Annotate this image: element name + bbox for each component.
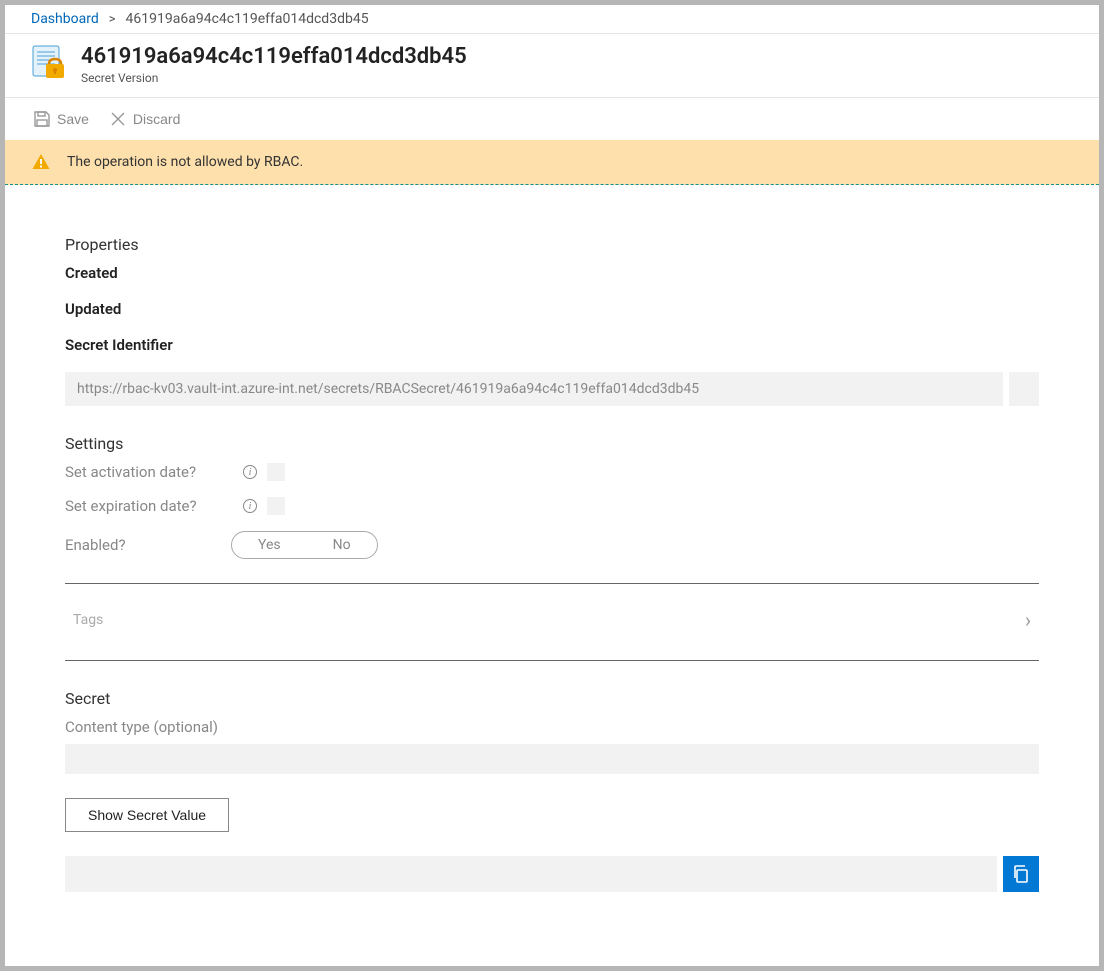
- content-type-field[interactable]: [65, 744, 1039, 774]
- secret-identifier-row: [65, 372, 1039, 406]
- show-secret-value-button[interactable]: Show Secret Value: [65, 798, 229, 832]
- content-type-label: Content type (optional): [65, 718, 1039, 736]
- enabled-yes[interactable]: Yes: [232, 532, 307, 558]
- chevron-right-icon: ›: [1025, 608, 1031, 632]
- info-icon[interactable]: i: [243, 499, 257, 513]
- copy-identifier-button[interactable]: [1009, 372, 1039, 406]
- save-button[interactable]: Save: [31, 106, 91, 132]
- secret-heading: Secret: [65, 689, 1039, 708]
- secret-identifier-field[interactable]: [65, 372, 1003, 406]
- copy-icon: [1011, 864, 1031, 884]
- page-title: 461919a6a94c4c119effa014dcd3db45: [81, 44, 467, 70]
- toolbar: Save Discard: [5, 98, 1099, 140]
- activation-date-checkbox[interactable]: [267, 463, 285, 481]
- page-subtitle: Secret Version: [81, 71, 467, 85]
- secret-value-field[interactable]: [65, 856, 997, 892]
- breadcrumb-current: 461919a6a94c4c119effa014dcd3db45: [126, 11, 369, 27]
- copy-secret-value-button[interactable]: [1003, 856, 1039, 892]
- properties-heading: Properties: [65, 235, 1039, 254]
- breadcrumb-separator-icon: >: [109, 12, 116, 27]
- updated-label: Updated: [65, 300, 1039, 318]
- secret-identifier-label: Secret Identifier: [65, 336, 1039, 354]
- window-frame: Dashboard > 461919a6a94c4c119effa014dcd3…: [5, 5, 1099, 966]
- expiration-date-checkbox[interactable]: [267, 497, 285, 515]
- discard-label: Discard: [133, 111, 180, 127]
- close-icon: [109, 110, 127, 128]
- info-icon[interactable]: i: [243, 465, 257, 479]
- enabled-row: Enabled? Yes No: [65, 531, 1039, 559]
- discard-button[interactable]: Discard: [107, 106, 182, 132]
- activation-date-label: Set activation date?: [65, 463, 235, 481]
- activation-date-row: Set activation date? i: [65, 463, 1039, 481]
- warning-icon: [31, 152, 51, 172]
- secret-value-row: [65, 856, 1039, 892]
- title-block: 461919a6a94c4c119effa014dcd3db45 Secret …: [5, 34, 1099, 98]
- enabled-label: Enabled?: [65, 536, 215, 554]
- enabled-no[interactable]: No: [307, 532, 377, 558]
- expiration-date-label: Set expiration date?: [65, 497, 235, 515]
- settings-heading: Settings: [65, 434, 1039, 453]
- created-label: Created: [65, 264, 1039, 282]
- alert-banner: The operation is not allowed by RBAC.: [5, 140, 1099, 185]
- tags-row[interactable]: Tags ›: [65, 583, 1039, 661]
- secret-lock-icon: [31, 44, 67, 80]
- breadcrumb-root-link[interactable]: Dashboard: [31, 11, 99, 27]
- alert-message: The operation is not allowed by RBAC.: [67, 154, 303, 170]
- breadcrumb: Dashboard > 461919a6a94c4c119effa014dcd3…: [5, 5, 1099, 34]
- save-label: Save: [57, 111, 89, 127]
- expiration-date-row: Set expiration date? i: [65, 497, 1039, 515]
- enabled-toggle[interactable]: Yes No: [231, 531, 378, 559]
- content-area: Properties Created Updated Secret Identi…: [5, 185, 1099, 912]
- tags-label: Tags: [73, 612, 103, 628]
- save-icon: [33, 110, 51, 128]
